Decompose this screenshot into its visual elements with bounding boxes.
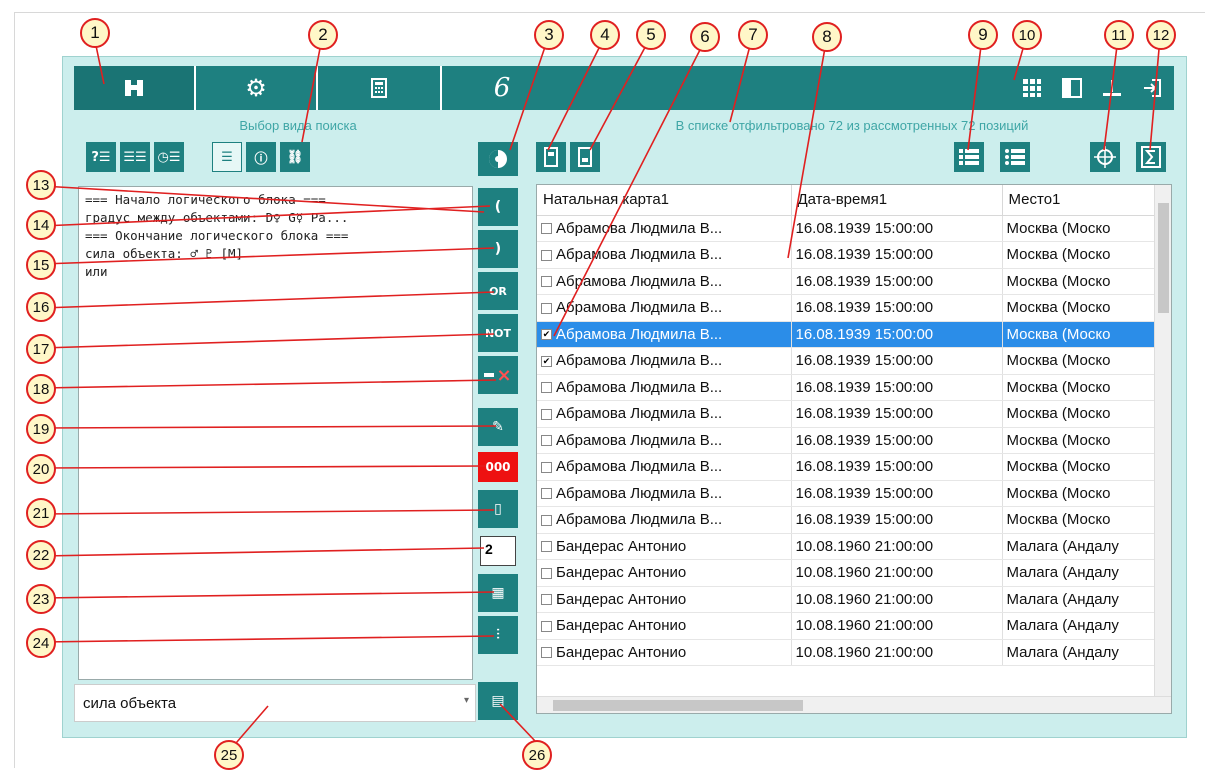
callout-26: 26 — [522, 740, 552, 770]
callout-21: 21 — [26, 498, 56, 528]
callout-9: 9 — [968, 20, 998, 50]
callout-5: 5 — [636, 20, 666, 50]
callout-12: 12 — [1146, 20, 1176, 50]
annotated-screenshot: ⚙ 6 Выбор вида поиска ?☰ ☰☰ ◷☰ ☰ ⓘ ⛓ ===… — [0, 0, 1205, 778]
callout-20: 20 — [26, 454, 56, 484]
callout-11: 11 — [1104, 20, 1134, 50]
callout-4: 4 — [590, 20, 620, 50]
callout-19: 19 — [26, 414, 56, 444]
callout-22: 22 — [26, 540, 56, 570]
callout-13: 13 — [26, 170, 56, 200]
callout-14: 14 — [26, 210, 56, 240]
callout-18: 18 — [26, 374, 56, 404]
callout-2: 2 — [308, 20, 338, 50]
callout-lines — [41, 35, 1161, 751]
callout-1: 1 — [80, 18, 110, 48]
callout-6: 6 — [690, 22, 720, 52]
callout-23: 23 — [26, 584, 56, 614]
callout-24: 24 — [26, 628, 56, 658]
callout-8: 8 — [812, 22, 842, 52]
callout-25: 25 — [214, 740, 244, 770]
callout-15: 15 — [26, 250, 56, 280]
callout-17: 17 — [26, 334, 56, 364]
callout-16: 16 — [26, 292, 56, 322]
callout-7: 7 — [738, 20, 768, 50]
callout-10: 10 — [1012, 20, 1042, 50]
callout-3: 3 — [534, 20, 564, 50]
